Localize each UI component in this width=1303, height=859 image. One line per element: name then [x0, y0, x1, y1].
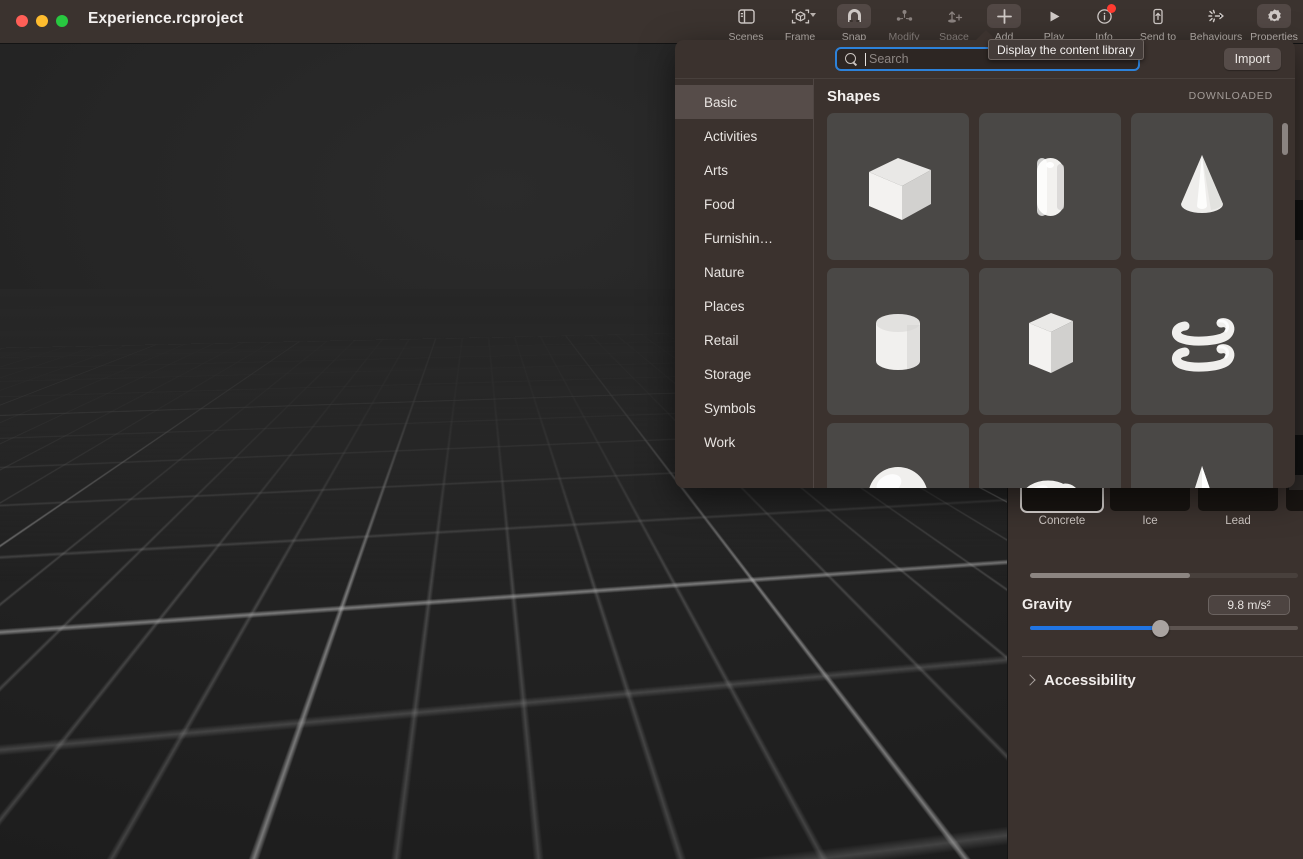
page-title: Experience.rcproject: [88, 10, 244, 27]
category-item-basic[interactable]: Basic: [675, 85, 813, 119]
shape-item-torus-knot[interactable]: [979, 423, 1121, 488]
cube-icon: [869, 157, 931, 220]
category-item-food[interactable]: Food: [675, 187, 813, 221]
tooltip: Display the content library: [988, 39, 1145, 60]
material-label: Concrete: [1038, 515, 1086, 527]
coil-icon: [1172, 317, 1235, 372]
toolbar-button-frame[interactable]: Frame: [771, 0, 829, 44]
sidebar-panel-icon: [729, 4, 763, 28]
material-label: Plas: [1286, 515, 1303, 527]
app-window: Concrete Ice Lead Plas Gravity 9.8 m/s²: [0, 0, 1303, 859]
toolbar: Scenes Frame Snap Modify Space Add Play …: [721, 0, 1303, 44]
section-downloaded-tag: DOWNLOADED: [1188, 90, 1273, 102]
content-pane: Shapes DOWNLOADED: [814, 79, 1295, 488]
shape-item-box[interactable]: [979, 268, 1121, 415]
toolbar-button-info[interactable]: Info: [1079, 0, 1129, 44]
notification-badge: [1107, 4, 1116, 13]
content-library-body: Basic Activities Arts Food Furnishin… Na…: [675, 78, 1295, 488]
section-title: Shapes: [827, 87, 881, 105]
category-item-activities[interactable]: Activities: [675, 119, 813, 153]
title-bar: Experience.rcproject Scenes Frame Snap M…: [0, 0, 1303, 44]
gravity-value-field[interactable]: 9.8 m/s²: [1208, 595, 1290, 615]
material-label: Lead: [1225, 515, 1251, 527]
toolbar-button-space[interactable]: Space: [929, 0, 979, 44]
gear-icon: [1257, 4, 1291, 28]
accessibility-label: Accessibility: [1044, 671, 1136, 689]
modify-icon: [887, 4, 921, 28]
category-item-retail[interactable]: Retail: [675, 323, 813, 357]
box-icon: [1029, 312, 1073, 373]
category-item-nature[interactable]: Nature: [675, 255, 813, 289]
toolbar-button-properties[interactable]: Properties: [1245, 0, 1303, 44]
search-icon: [845, 52, 858, 66]
info-circle-icon: [1087, 4, 1121, 28]
minimize-button[interactable]: [36, 15, 48, 27]
chevron-right-icon: [1024, 674, 1036, 686]
category-item-furnishings[interactable]: Furnishin…: [675, 221, 813, 255]
accessibility-section-header[interactable]: Accessibility: [1008, 668, 1303, 692]
category-item-work[interactable]: Work: [675, 425, 813, 459]
toolbar-button-play[interactable]: Play: [1029, 0, 1079, 44]
material-scrollbar[interactable]: [1030, 573, 1298, 578]
sphere-icon: [869, 466, 927, 488]
cone-icon: [1181, 154, 1223, 213]
chevron-down-icon[interactable]: [810, 13, 816, 17]
content-library-popover: Search Import Basic Activities Arts Food…: [675, 40, 1295, 488]
gravity-slider[interactable]: [1030, 620, 1298, 637]
import-button[interactable]: Import: [1223, 48, 1281, 70]
inspector-divider: [1022, 656, 1303, 657]
play-icon: [1037, 4, 1071, 28]
category-item-symbols[interactable]: Symbols: [675, 391, 813, 425]
shape-item-capsule[interactable]: [979, 113, 1121, 260]
toolbar-button-modify[interactable]: Modify: [879, 0, 929, 44]
zoom-button[interactable]: [56, 15, 68, 27]
text-caret: [865, 52, 866, 66]
gravity-label: Gravity: [1022, 597, 1072, 613]
magnet-icon: [837, 4, 871, 28]
close-button[interactable]: [16, 15, 28, 27]
frame-object-icon: [783, 4, 817, 28]
gravity-slider-fill: [1030, 626, 1160, 630]
toolbar-button-behaviours[interactable]: Behaviours: [1187, 0, 1245, 44]
content-scrollbar[interactable]: [1282, 123, 1288, 488]
traffic-light-buttons: [16, 15, 68, 27]
plus-icon: [987, 4, 1021, 28]
cylinder-icon: [876, 313, 920, 370]
material-label: Ice: [1142, 515, 1158, 527]
shape-item-sphere[interactable]: [827, 423, 969, 488]
send-to-device-icon: [1141, 4, 1175, 28]
gravity-row: Gravity 9.8 m/s²: [1008, 592, 1303, 618]
space-add-icon: [937, 4, 971, 28]
shape-item-coil[interactable]: [1131, 268, 1273, 415]
behaviours-icon: [1199, 4, 1233, 28]
shape-item-cone[interactable]: [1131, 113, 1273, 260]
shape-item-cube[interactable]: [827, 113, 969, 260]
capsule-icon: [1037, 157, 1064, 216]
gravity-slider-knob[interactable]: [1152, 620, 1169, 637]
category-list: Basic Activities Arts Food Furnishin… Na…: [675, 79, 814, 488]
shape-grid: [827, 113, 1295, 488]
shape-item-star[interactable]: [1131, 423, 1273, 488]
toolbar-button-scenes[interactable]: Scenes: [721, 0, 771, 44]
shape-item-cylinder[interactable]: [827, 268, 969, 415]
category-item-storage[interactable]: Storage: [675, 357, 813, 391]
search-placeholder: Search: [869, 52, 909, 66]
torus-knot-icon: [1026, 480, 1077, 488]
toolbar-button-send-to[interactable]: Send to: [1129, 0, 1187, 44]
content-library-header: Search Import: [675, 40, 1295, 78]
toolbar-button-snap[interactable]: Snap: [829, 0, 879, 44]
category-item-places[interactable]: Places: [675, 289, 813, 323]
category-item-arts[interactable]: Arts: [675, 153, 813, 187]
star-icon: [1194, 465, 1210, 488]
section-header: Shapes DOWNLOADED: [827, 79, 1295, 113]
